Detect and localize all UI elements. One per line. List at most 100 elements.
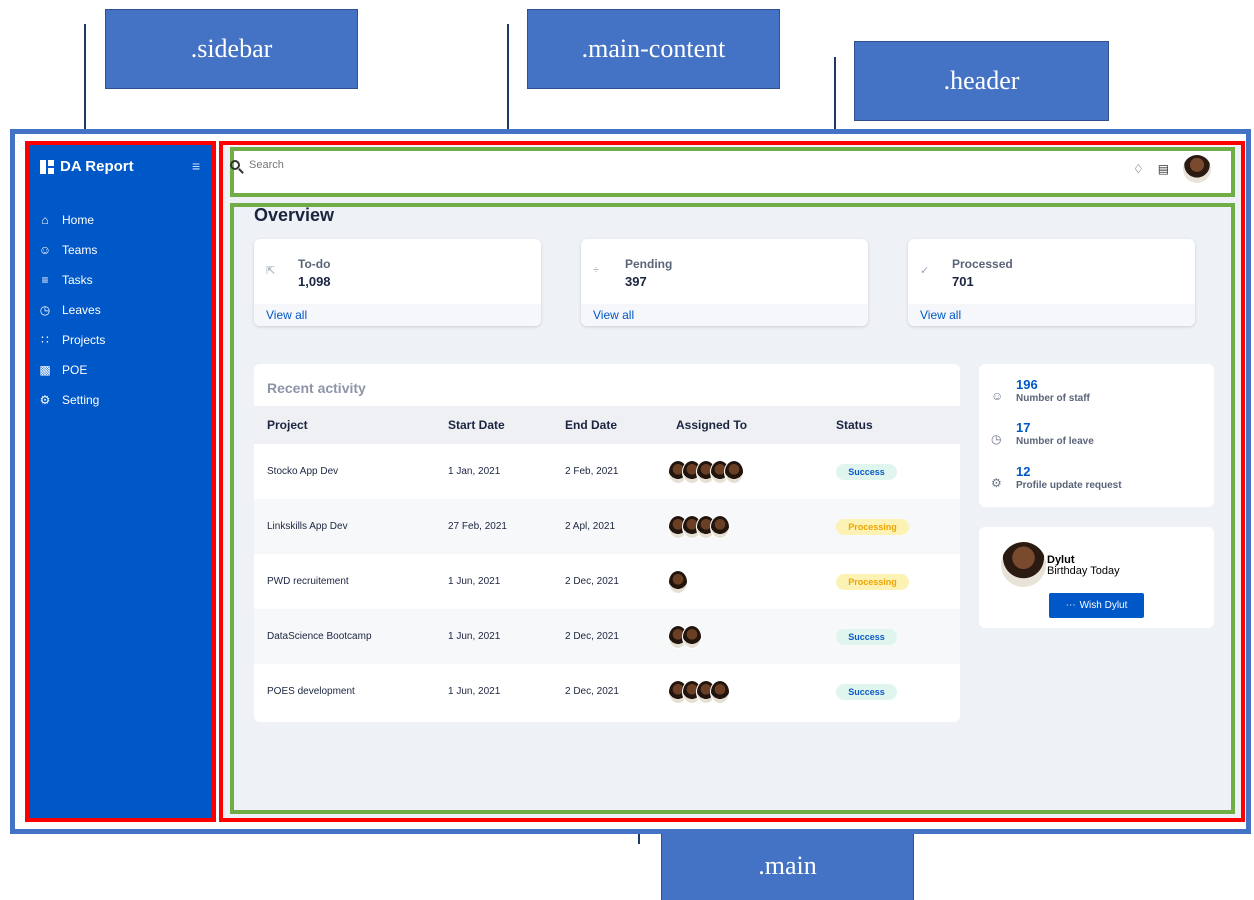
status-cell: Processing xyxy=(836,573,909,590)
start-date-cell: 1 Jun, 2021 xyxy=(448,686,501,697)
stat-profile-requests[interactable]: ⚙ 12 Profile update request xyxy=(991,464,1122,491)
card-label: To-do xyxy=(298,257,331,271)
card-value: 701 xyxy=(952,274,974,289)
sidebar-item-setting[interactable]: ⚙ Setting xyxy=(38,385,208,415)
project-cell: PWD recruitement xyxy=(267,576,349,587)
card-value: 397 xyxy=(625,274,647,289)
bell-icon[interactable]: ♢ xyxy=(1133,162,1144,176)
gear-icon: ⚙ xyxy=(991,476,1002,490)
sidebar-item-label: Setting xyxy=(62,393,100,407)
project-cell: Linkskills App Dev xyxy=(267,521,348,532)
view-all-link[interactable]: View all xyxy=(593,308,634,322)
avatar[interactable] xyxy=(710,679,730,704)
table-row[interactable]: DataScience Bootcamp 1 Jun, 2021 2 Dec, 20… xyxy=(254,609,960,664)
sidebar-item-home[interactable]: ⌂ Home xyxy=(38,205,208,235)
processed-card: ✓ Processed 701 View all xyxy=(908,239,1195,326)
status-cell: Success xyxy=(836,628,897,645)
brand-title: DA Report xyxy=(60,158,134,175)
card-label: Processed xyxy=(952,257,1013,271)
status-badge: Success xyxy=(836,463,897,480)
table-row[interactable]: PWD recruitement 1 Jun, 2021 2 Dec, 2021 Pr… xyxy=(254,554,960,609)
avatar[interactable] xyxy=(724,459,744,484)
stat-label: Profile update request xyxy=(1016,480,1122,491)
sidebar-leader xyxy=(84,24,86,141)
search-icon xyxy=(230,160,240,170)
status-badge: Processing xyxy=(836,518,909,535)
sidebar-item-leaves[interactable]: ◷ Leaves xyxy=(38,295,208,325)
home-icon: ⌂ xyxy=(41,213,49,227)
search-input[interactable] xyxy=(249,159,549,171)
stat-value: 17 xyxy=(1016,420,1031,435)
avatar xyxy=(1001,542,1046,587)
column-header: Status xyxy=(836,418,873,432)
card-footer: View all xyxy=(581,304,868,326)
stat-label: Number of leave xyxy=(1016,436,1094,447)
avatar[interactable] xyxy=(1183,155,1212,183)
column-header: Project xyxy=(267,418,308,432)
sidebar-item-teams[interactable]: ☺ Teams xyxy=(38,235,208,265)
pending-card: ÷ Pending 397 View all xyxy=(581,239,868,326)
stat-staff[interactable]: ☺ 196 Number of staff xyxy=(991,377,1090,404)
start-date-cell: 1 Jun, 2021 xyxy=(448,576,501,587)
assignees-cell xyxy=(668,569,688,594)
todo-card: ⇱ To-do 1,098 View all xyxy=(254,239,541,326)
birthday-card: Dylut Birthday Today ⋯ Wish Dylut xyxy=(979,527,1214,628)
assignees-cell xyxy=(668,679,730,704)
avatar[interactable] xyxy=(682,624,702,649)
table-row[interactable]: POES development 1 Jun, 2021 2 Dec, 2021 Su… xyxy=(254,664,960,719)
logo-icon xyxy=(40,159,54,174)
menu-icon[interactable]: ≡ xyxy=(192,158,200,174)
project-cell: POES development xyxy=(267,686,355,697)
avatar[interactable] xyxy=(668,569,688,594)
card-footer: View all xyxy=(254,304,541,326)
sidebar-item-label: Home xyxy=(62,213,95,227)
grid-icon: ∷ xyxy=(41,333,49,347)
end-date-cell: 2 Dec, 2021 xyxy=(565,576,619,587)
summary-panel: ☺ 196 Number of staff ◷ 17 Number of leave… xyxy=(979,364,1214,507)
sidebar-nav: ⌂ Home ☺ Teams ≡ Tasks ◷ Leaves ∷ Projects ▩ P… xyxy=(38,205,208,415)
status-cell: Processing xyxy=(836,518,909,535)
dots-icon: ⋯ xyxy=(1065,600,1076,611)
avatar[interactable] xyxy=(710,514,730,539)
status-badge: Processing xyxy=(836,573,909,590)
table-header: Project Start Date End Date Assigned To … xyxy=(254,406,960,444)
birthday-subtitle: Birthday Today xyxy=(1047,565,1120,577)
view-all-link[interactable]: View all xyxy=(920,308,961,322)
sidebar-item-projects[interactable]: ∷ Projects xyxy=(38,325,208,355)
card-value: 1,098 xyxy=(298,274,331,289)
tasks-icon: ≡ xyxy=(41,273,49,287)
sidebar-callout: .sidebar xyxy=(105,9,358,89)
start-date-cell: 1 Jun, 2021 xyxy=(448,631,501,642)
table-row[interactable]: Stocko App Dev 1 Jan, 2021 2 Feb, 2021 Succ… xyxy=(254,444,960,499)
wish-button[interactable]: ⋯ Wish Dylut xyxy=(1049,593,1144,618)
search-bar xyxy=(230,159,549,171)
check-icon: ✓ xyxy=(920,265,930,277)
header-callout: .header xyxy=(854,41,1109,121)
sidebar-item-label: POE xyxy=(62,363,88,377)
sidebar-item-poe[interactable]: ▩ POE xyxy=(38,355,208,385)
card-label: Pending xyxy=(625,257,673,271)
view-all-link[interactable]: View all xyxy=(266,308,307,322)
column-header: Assigned To xyxy=(676,418,748,432)
divide-icon: ÷ xyxy=(593,264,600,276)
sidebar-item-tasks[interactable]: ≡ Tasks xyxy=(38,265,208,295)
project-cell: Stocko App Dev xyxy=(267,466,339,477)
assignees-cell xyxy=(668,624,702,649)
status-badge: Success xyxy=(836,628,897,645)
stat-value: 12 xyxy=(1016,464,1031,479)
brand[interactable]: DA Report xyxy=(40,158,134,175)
diagram-canvas: .sidebar .main-content .header .main DA … xyxy=(0,0,1254,900)
end-date-cell: 2 Apl, 2021 xyxy=(565,521,616,532)
assignees-cell xyxy=(668,459,744,484)
panel-title: Recent activity xyxy=(267,380,366,396)
gear-icon: ⚙ xyxy=(39,393,51,407)
stat-label: Number of staff xyxy=(1016,393,1090,404)
card-footer: View all xyxy=(908,304,1195,326)
message-icon[interactable]: ▤ xyxy=(1158,162,1169,176)
smile-icon: ☺ xyxy=(991,389,1004,403)
column-header: End Date xyxy=(565,418,618,432)
sidebar-item-label: Leaves xyxy=(62,303,101,317)
stat-leave[interactable]: ◷ 17 Number of leave xyxy=(991,420,1094,447)
table-row[interactable]: Linkskills App Dev 27 Feb, 2021 2 Apl, 202… xyxy=(254,499,960,554)
recent-activity-panel: Recent activity Project Start Date End D… xyxy=(254,364,960,722)
